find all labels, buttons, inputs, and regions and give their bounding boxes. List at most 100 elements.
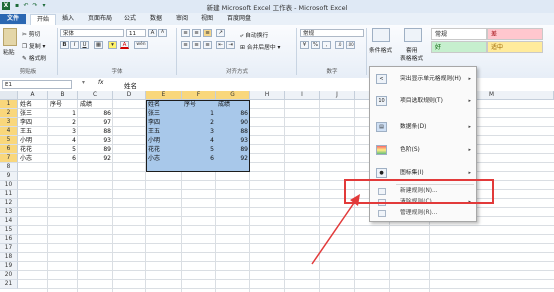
row-header[interactable]: 5 xyxy=(0,136,18,145)
table-cell[interactable]: 成绩 xyxy=(216,100,250,109)
table-cell[interactable]: 3 xyxy=(48,127,78,136)
align-center-icon[interactable]: ≡ xyxy=(192,41,201,49)
column-header[interactable]: D xyxy=(113,91,146,100)
row-header[interactable]: 7 xyxy=(0,154,18,163)
table-cell[interactable]: 4 xyxy=(182,136,216,145)
menu-item-top-bottom-rules[interactable]: 10 项目选取规则(T) ▸ xyxy=(370,91,476,111)
table-cell[interactable]: 4 xyxy=(48,136,78,145)
table-cell[interactable]: 小志 xyxy=(146,154,182,163)
menu-item-data-bars[interactable]: ▤ 数据条(D) ▸ xyxy=(370,117,476,137)
select-all-corner[interactable] xyxy=(0,91,18,100)
row-header[interactable]: 1 xyxy=(0,100,18,109)
tab-baidu-netdisk[interactable]: 百度网盘 xyxy=(222,14,256,24)
table-cell[interactable]: 3 xyxy=(182,127,216,136)
table-cell[interactable]: 序号 xyxy=(182,100,216,109)
table-cell[interactable]: 6 xyxy=(48,154,78,163)
style-normal[interactable]: 常规 xyxy=(431,28,487,40)
comma-style-icon[interactable]: , xyxy=(322,41,331,49)
table-cell[interactable]: 92 xyxy=(78,154,113,163)
row-header[interactable]: 10 xyxy=(0,181,18,190)
align-top-icon[interactable]: ≡ xyxy=(181,29,190,37)
row-header[interactable]: 8 xyxy=(0,163,18,172)
tab-page-layout[interactable]: 页面布局 xyxy=(84,14,116,24)
table-cell[interactable]: 1 xyxy=(48,109,78,118)
copy-button[interactable]: ❐ 复制 ▾ xyxy=(22,41,45,50)
table-cell[interactable]: 1 xyxy=(182,109,216,118)
row-header[interactable]: 9 xyxy=(0,172,18,181)
row-header[interactable]: 3 xyxy=(0,118,18,127)
style-good[interactable]: 好 xyxy=(431,41,487,53)
bold-button[interactable]: B xyxy=(60,41,69,49)
table-cell[interactable]: 张三 xyxy=(146,109,182,118)
row-header[interactable]: 21 xyxy=(0,280,18,289)
decrease-indent-icon[interactable]: ⇤ xyxy=(216,41,225,49)
table-cell[interactable]: 90 xyxy=(216,118,250,127)
formula-cancel-icon[interactable]: ▾ xyxy=(82,80,85,86)
table-format-icon[interactable] xyxy=(404,28,422,42)
table-cell[interactable]: 李四 xyxy=(146,118,182,127)
conditional-format-button[interactable]: 条件格式 xyxy=(369,45,392,54)
table-cell[interactable]: 93 xyxy=(216,136,250,145)
tab-home[interactable]: 开始 xyxy=(30,14,56,25)
increase-indent-icon[interactable]: ⇥ xyxy=(226,41,235,49)
table-cell[interactable]: 姓名 xyxy=(146,100,182,109)
style-bad[interactable]: 差 xyxy=(487,28,543,40)
row-header[interactable]: 14 xyxy=(0,217,18,226)
column-header[interactable]: H xyxy=(250,91,285,100)
table-cell[interactable]: 88 xyxy=(78,127,113,136)
table-cell[interactable]: 王五 xyxy=(18,127,48,136)
cut-button[interactable]: ✂ 剪切 xyxy=(22,29,40,38)
font-color-icon[interactable]: A xyxy=(120,41,129,49)
tab-view[interactable]: 视图 xyxy=(197,14,217,24)
merge-center-button[interactable]: ⊞ 合并后居中 ▾ xyxy=(240,42,280,51)
column-header[interactable]: C xyxy=(78,91,113,100)
table-cell[interactable]: 李四 xyxy=(18,118,48,127)
row-header[interactable]: 17 xyxy=(0,244,18,253)
table-cell[interactable]: 86 xyxy=(78,109,113,118)
table-cell[interactable]: 序号 xyxy=(48,100,78,109)
shrink-font-icon[interactable]: A xyxy=(158,29,167,37)
paste-icon[interactable] xyxy=(3,28,17,46)
table-cell[interactable]: 小明 xyxy=(146,136,182,145)
column-header[interactable]: I xyxy=(285,91,320,100)
tab-data[interactable]: 数据 xyxy=(146,14,166,24)
column-header[interactable]: G xyxy=(216,91,250,100)
style-neutral[interactable]: 适中 xyxy=(487,41,543,53)
orientation-icon[interactable]: ↗ xyxy=(216,29,225,37)
align-left-icon[interactable]: ≡ xyxy=(181,41,190,49)
row-header[interactable]: 20 xyxy=(0,271,18,280)
row-header[interactable]: 18 xyxy=(0,253,18,262)
fill-color-icon[interactable]: ▾ xyxy=(108,41,117,49)
table-cell[interactable]: 6 xyxy=(182,154,216,163)
name-box[interactable]: E1 xyxy=(2,80,72,89)
menu-item-manage-rules[interactable]: 管理规则(R)... xyxy=(370,208,476,219)
table-cell[interactable]: 花花 xyxy=(146,145,182,154)
menu-item-highlight-rules[interactable]: < 突出显示单元格规则(H) ▸ xyxy=(370,69,476,89)
table-cell[interactable]: 小明 xyxy=(18,136,48,145)
format-painter-button[interactable]: ✎ 格式刷 xyxy=(22,53,46,62)
table-cell[interactable]: 86 xyxy=(216,109,250,118)
font-name-combo[interactable]: 宋体 xyxy=(60,29,124,37)
border-icon[interactable]: ▦ xyxy=(94,41,103,49)
number-format-combo[interactable]: 常规 xyxy=(300,29,364,37)
decrease-decimal-icon[interactable]: .00 xyxy=(346,41,355,49)
font-size-combo[interactable]: 11 xyxy=(126,29,146,37)
row-header[interactable]: 15 xyxy=(0,226,18,235)
column-header[interactable]: A xyxy=(18,91,48,100)
table-cell[interactable]: 王五 xyxy=(146,127,182,136)
row-header[interactable]: 16 xyxy=(0,235,18,244)
table-cell[interactable]: 89 xyxy=(78,145,113,154)
conditional-format-icon[interactable] xyxy=(372,28,390,42)
formula-input[interactable]: 姓名 xyxy=(124,80,137,90)
percent-icon[interactable]: % xyxy=(311,41,320,49)
row-header[interactable]: 13 xyxy=(0,208,18,217)
row-header[interactable]: 4 xyxy=(0,127,18,136)
table-cell[interactable]: 5 xyxy=(182,145,216,154)
align-middle-icon[interactable]: ≡ xyxy=(192,29,201,37)
align-right-icon[interactable]: ≡ xyxy=(203,41,212,49)
tab-file[interactable]: 文件 xyxy=(0,14,26,24)
table-cell[interactable]: 张三 xyxy=(18,109,48,118)
column-header[interactable]: J xyxy=(320,91,355,100)
align-bottom-icon[interactable]: ≡ xyxy=(203,29,212,37)
insert-function-icon[interactable]: fx xyxy=(98,80,103,86)
